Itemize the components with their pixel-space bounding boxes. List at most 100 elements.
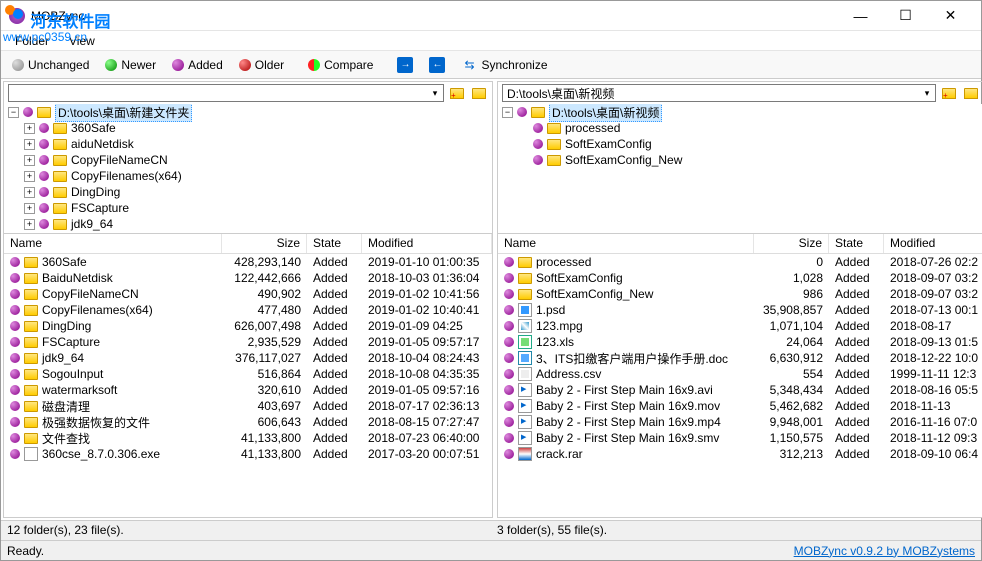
- tree-node[interactable]: +jdk9_64: [4, 216, 492, 232]
- state-icon: [504, 321, 514, 331]
- close-button[interactable]: ✕: [928, 2, 973, 30]
- table-row[interactable]: 123.xls24,064Added2018-09-13 01:5: [498, 334, 982, 350]
- state-icon: [504, 353, 514, 363]
- state-icon: [10, 433, 20, 443]
- left-folder-button[interactable]: [470, 84, 488, 102]
- file-icon: [518, 351, 532, 365]
- synchronize-button[interactable]: ⇆Synchronize: [454, 54, 554, 76]
- filter-unchanged-button[interactable]: Unchanged: [5, 55, 96, 75]
- right-grid-header[interactable]: Name Size State Modified: [498, 234, 982, 254]
- tree-node[interactable]: +DingDing: [4, 184, 492, 200]
- left-browse-button[interactable]: [448, 84, 466, 102]
- tree-node[interactable]: +CopyFileNameCN: [4, 152, 492, 168]
- table-row[interactable]: SoftExamConfig_New986Added2018-09-07 03:…: [498, 286, 982, 302]
- folder-icon: [518, 273, 532, 284]
- col-modified[interactable]: Modified: [884, 234, 982, 253]
- table-row[interactable]: DingDing626,007,498Added2019-01-09 04:25: [4, 318, 492, 334]
- folder-open-icon: [942, 88, 956, 99]
- titlebar: MOBZync — ☐ ✕: [1, 1, 981, 31]
- table-row[interactable]: FSCapture2,935,529Added2019-01-05 09:57:…: [4, 334, 492, 350]
- col-name[interactable]: Name: [498, 234, 754, 253]
- folder-icon: [24, 305, 38, 316]
- state-icon: [10, 321, 20, 331]
- tree-node[interactable]: +SogouInput: [4, 232, 492, 233]
- tree-node[interactable]: +aiduNetdisk: [4, 136, 492, 152]
- col-state[interactable]: State: [829, 234, 884, 253]
- table-row[interactable]: Baby 2 - First Step Main 16x9.avi5,348,4…: [498, 382, 982, 398]
- compare-icon: [308, 59, 320, 71]
- table-row[interactable]: jdk9_64376,117,027Added2018-10-04 08:24:…: [4, 350, 492, 366]
- state-icon: [10, 449, 20, 459]
- table-row[interactable]: 123.mpg1,071,104Added2018-08-17: [498, 318, 982, 334]
- table-row[interactable]: BaiduNetdisk122,442,666Added2018-10-03 0…: [4, 270, 492, 286]
- right-tree[interactable]: −D:\tools\桌面\新视频processedSoftExamConfigS…: [498, 104, 982, 234]
- state-icon: [504, 369, 514, 379]
- table-row[interactable]: Baby 2 - First Step Main 16x9.mp49,948,0…: [498, 414, 982, 430]
- right-path-text: D:\tools\桌面\新视频: [503, 85, 919, 102]
- filter-added-button[interactable]: Added: [165, 55, 230, 75]
- left-path-combo[interactable]: ▾: [8, 84, 444, 102]
- tree-node[interactable]: +FSCapture: [4, 200, 492, 216]
- left-grid-header[interactable]: Name Size State Modified: [4, 234, 492, 254]
- table-row[interactable]: CopyFilenames(x64)477,480Added2019-01-02…: [4, 302, 492, 318]
- menu-folder[interactable]: Folder: [5, 32, 59, 50]
- tree-node[interactable]: SoftExamConfig: [498, 136, 982, 152]
- table-row[interactable]: CopyFileNameCN490,902Added2019-01-02 10:…: [4, 286, 492, 302]
- col-size[interactable]: Size: [754, 234, 829, 253]
- file-icon: [518, 367, 532, 381]
- table-row[interactable]: 3、ITS扣缴客户端用户操作手册.doc6,630,912Added2018-1…: [498, 350, 982, 366]
- file-icon: [518, 431, 532, 445]
- table-row[interactable]: SogouInput516,864Added2018-10-08 04:35:3…: [4, 366, 492, 382]
- col-modified[interactable]: Modified: [362, 234, 492, 253]
- credits-link[interactable]: MOBZync v0.9.2 by MOBZystems: [794, 544, 975, 558]
- table-row[interactable]: Baby 2 - First Step Main 16x9.mov5,462,6…: [498, 398, 982, 414]
- newer-icon: [105, 59, 117, 71]
- menubar: Folder View: [1, 31, 981, 51]
- table-row[interactable]: 极强数据恢复的文件606,643Added2018-08-15 07:27:47: [4, 414, 492, 430]
- status-bar: Ready. MOBZync v0.9.2 by MOBZystems: [1, 540, 981, 560]
- filter-newer-button[interactable]: Newer: [98, 55, 163, 75]
- table-row[interactable]: SoftExamConfig1,028Added2018-09-07 03:2: [498, 270, 982, 286]
- table-row[interactable]: 文件查找41,133,800Added2018-07-23 06:40:00: [4, 430, 492, 446]
- dropdown-icon[interactable]: ▾: [919, 88, 935, 99]
- right-path-combo[interactable]: D:\tools\桌面\新视频 ▾: [502, 84, 936, 102]
- copy-right-button[interactable]: →: [390, 54, 420, 76]
- folder-icon: [24, 385, 38, 396]
- state-icon: [10, 353, 20, 363]
- state-icon: [504, 273, 514, 283]
- filter-older-button[interactable]: Older: [232, 55, 291, 75]
- tree-node[interactable]: +360Safe: [4, 120, 492, 136]
- right-browse-button[interactable]: [940, 84, 958, 102]
- table-row[interactable]: 1.psd35,908,857Added2018-07-13 00:1: [498, 302, 982, 318]
- tree-node[interactable]: +CopyFilenames(x64): [4, 168, 492, 184]
- col-state[interactable]: State: [307, 234, 362, 253]
- minimize-button[interactable]: —: [838, 2, 883, 30]
- table-row[interactable]: 磁盘清理403,697Added2018-07-17 02:36:13: [4, 398, 492, 414]
- menu-view[interactable]: View: [59, 32, 105, 50]
- tree-root[interactable]: −D:\tools\桌面\新视频: [498, 104, 982, 120]
- table-row[interactable]: Address.csv554Added1999-11-11 12:3: [498, 366, 982, 382]
- table-row[interactable]: watermarksoft320,610Added2019-01-05 09:5…: [4, 382, 492, 398]
- state-icon: [504, 401, 514, 411]
- table-row[interactable]: 360cse_8.7.0.306.exe41,133,800Added2017-…: [4, 446, 492, 462]
- table-row[interactable]: crack.rar312,213Added2018-09-10 06:4: [498, 446, 982, 462]
- table-row[interactable]: Baby 2 - First Step Main 16x9.smv1,150,5…: [498, 430, 982, 446]
- sync-icon: ⇆: [461, 57, 477, 73]
- right-folder-button[interactable]: [962, 84, 980, 102]
- state-icon: [504, 385, 514, 395]
- folder-icon: [24, 321, 38, 332]
- col-name[interactable]: Name: [4, 234, 222, 253]
- left-tree[interactable]: −D:\tools\桌面\新建文件夹+360Safe+aiduNetdisk+C…: [4, 104, 492, 234]
- tree-root[interactable]: −D:\tools\桌面\新建文件夹: [4, 104, 492, 120]
- tree-node[interactable]: processed: [498, 120, 982, 136]
- summary-bar: 12 folder(s), 23 file(s). 3 folder(s), 5…: [1, 520, 981, 540]
- col-size[interactable]: Size: [222, 234, 307, 253]
- maximize-button[interactable]: ☐: [883, 2, 928, 30]
- copy-left-button[interactable]: ←: [422, 54, 452, 76]
- dropdown-icon[interactable]: ▾: [427, 88, 443, 99]
- left-summary: 12 folder(s), 23 file(s).: [1, 521, 491, 540]
- compare-button[interactable]: Compare: [301, 55, 380, 75]
- table-row[interactable]: processed0Added2018-07-26 02:2: [498, 254, 982, 270]
- tree-node[interactable]: SoftExamConfig_New: [498, 152, 982, 168]
- table-row[interactable]: 360Safe428,293,140Added2019-01-10 01:00:…: [4, 254, 492, 270]
